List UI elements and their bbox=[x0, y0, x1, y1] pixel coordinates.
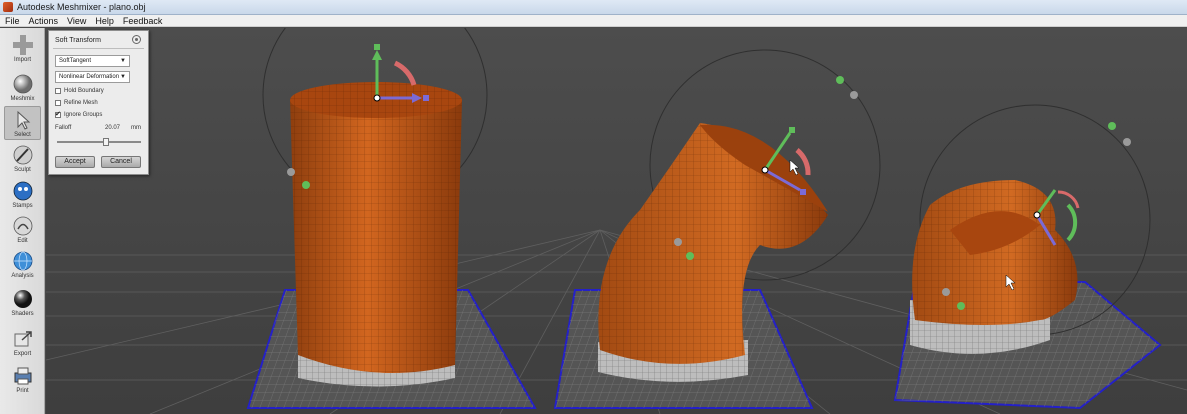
checkbox-label: Refine Mesh bbox=[64, 100, 98, 106]
falloff-slider[interactable] bbox=[57, 138, 141, 146]
tool-analysis[interactable]: Analysis bbox=[4, 248, 41, 282]
menu-view[interactable]: View bbox=[67, 16, 86, 26]
shader-ball-icon bbox=[13, 290, 32, 308]
tool-shaders[interactable]: Shaders bbox=[4, 286, 41, 320]
window-title: Autodesk Meshmixer - plano.obj bbox=[17, 2, 146, 12]
menu-feedback[interactable]: Feedback bbox=[123, 16, 163, 26]
tool-label: Import bbox=[13, 57, 31, 63]
3d-viewport[interactable] bbox=[46, 28, 1187, 414]
edit-icon bbox=[13, 216, 32, 236]
tool-stamps[interactable]: Stamps bbox=[4, 178, 41, 212]
panel-title: Soft Transform bbox=[55, 37, 101, 44]
checkbox-box[interactable] bbox=[55, 88, 61, 94]
tool-label: Edit bbox=[17, 238, 28, 244]
stamps-icon bbox=[13, 181, 32, 201]
checkbox-label: Hold Boundary bbox=[64, 88, 104, 94]
tool-sculpt[interactable]: Sculpt bbox=[4, 142, 41, 176]
tool-label: Print bbox=[16, 388, 29, 394]
tool-label: Export bbox=[13, 351, 32, 357]
menu-file[interactable]: File bbox=[5, 16, 20, 26]
gizmo-handle-green[interactable] bbox=[836, 76, 844, 84]
checkbox-label: Ignore Groups bbox=[64, 112, 103, 118]
menu-bar: File Actions View Help Feedback bbox=[0, 15, 1187, 27]
plus-icon bbox=[12, 35, 33, 55]
tool-label: Meshmix bbox=[10, 96, 35, 102]
tool-import[interactable]: Import bbox=[4, 32, 41, 66]
tool-edit[interactable]: Edit bbox=[4, 213, 41, 247]
menu-help[interactable]: Help bbox=[95, 16, 114, 26]
deformation-select[interactable]: Nonlinear Deformation ▼ bbox=[55, 71, 130, 83]
refine-mesh-checkbox[interactable]: Refine Mesh bbox=[55, 100, 98, 106]
mesh-cylinder[interactable] bbox=[290, 82, 462, 387]
mode-select[interactable]: SoftTangent ▼ bbox=[55, 55, 130, 67]
tool-print[interactable]: Print bbox=[4, 363, 41, 397]
gear-icon[interactable] bbox=[132, 35, 141, 44]
falloff-value: 20.07 bbox=[105, 125, 121, 131]
panel-divider bbox=[53, 48, 144, 49]
tool-label: Stamps bbox=[12, 203, 33, 209]
mode-select-value: SoftTangent bbox=[59, 58, 92, 64]
analysis-globe-icon bbox=[13, 251, 32, 271]
meshmixer-app-icon bbox=[3, 2, 13, 12]
export-arrow-icon bbox=[14, 331, 32, 347]
falloff-row: Falloff 20.07 mm bbox=[55, 125, 143, 131]
gizmo-handle-green[interactable] bbox=[1108, 122, 1116, 130]
tool-export[interactable]: Export bbox=[4, 326, 41, 360]
checkbox-box[interactable] bbox=[55, 110, 61, 118]
cancel-button[interactable]: Cancel bbox=[101, 156, 141, 168]
soft-transform-panel: Soft Transform SoftTangent ▼ Nonlinear D… bbox=[48, 30, 149, 175]
gizmo-handle-green[interactable] bbox=[686, 252, 694, 260]
checkbox-box[interactable] bbox=[55, 100, 61, 106]
gizmo-handle-green[interactable] bbox=[957, 302, 965, 310]
tool-label: Sculpt bbox=[14, 167, 31, 173]
tool-label: Analysis bbox=[11, 273, 34, 279]
gizmo-handle-gray[interactable] bbox=[674, 238, 682, 246]
title-bar: Autodesk Meshmixer - plano.obj bbox=[0, 0, 1187, 15]
gizmo-handle-gray[interactable] bbox=[942, 288, 950, 296]
gizmo-handle-gray[interactable] bbox=[1123, 138, 1131, 146]
tool-meshmix[interactable]: Meshmix bbox=[4, 71, 41, 105]
meshmix-sphere-icon bbox=[13, 74, 32, 94]
ignore-groups-checkbox[interactable]: Ignore Groups bbox=[55, 110, 103, 118]
falloff-unit: mm bbox=[131, 125, 141, 131]
deformation-select-value: Nonlinear Deformation bbox=[59, 74, 120, 80]
menu-actions[interactable]: Actions bbox=[29, 16, 59, 26]
tool-label: Shaders bbox=[11, 311, 34, 317]
cursor-arrow-icon bbox=[17, 110, 30, 130]
tool-select[interactable]: Select bbox=[4, 106, 41, 140]
chevron-down-icon: ▼ bbox=[120, 58, 126, 64]
meshmixer-window: Autodesk Meshmixer - plano.obj File Acti… bbox=[0, 0, 1187, 414]
tool-label: Select bbox=[14, 132, 31, 138]
left-toolbar: Import Meshmix Select Sculpt Stamps Edit… bbox=[0, 28, 45, 414]
chevron-down-icon: ▼ bbox=[120, 74, 126, 80]
gizmo-handle-gray[interactable] bbox=[287, 168, 295, 176]
falloff-slider-thumb[interactable] bbox=[102, 138, 109, 146]
printer-icon bbox=[14, 367, 31, 385]
gizmo-handle-gray[interactable] bbox=[850, 91, 858, 99]
hold-boundary-checkbox[interactable]: Hold Boundary bbox=[55, 88, 104, 94]
falloff-label: Falloff bbox=[55, 125, 72, 131]
brush-icon bbox=[13, 145, 32, 165]
accept-button[interactable]: Accept bbox=[55, 156, 95, 168]
gizmo-handle-green[interactable] bbox=[302, 181, 310, 189]
